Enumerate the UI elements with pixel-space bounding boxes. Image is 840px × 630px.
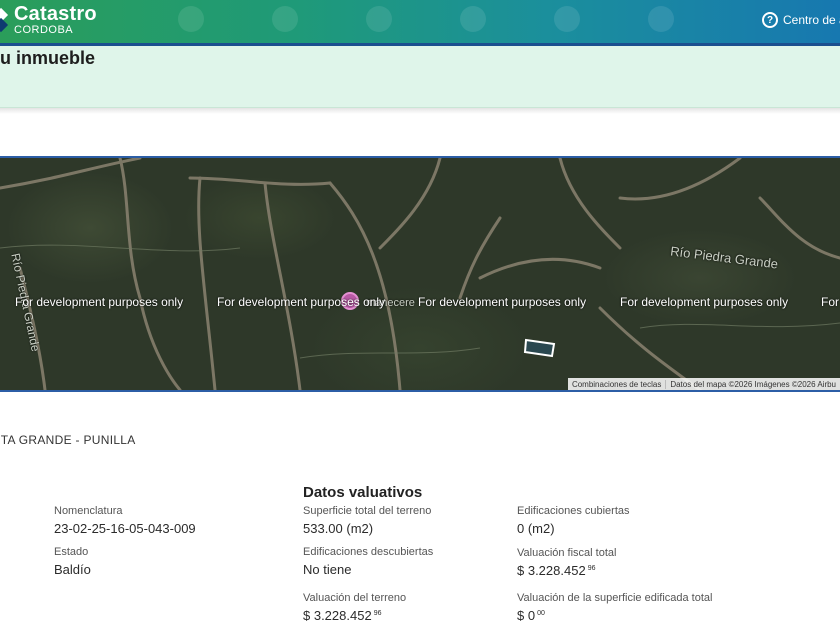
help-center-link[interactable]: ? Centro de a: [762, 12, 840, 28]
field-label: Edificaciones descubiertas: [303, 546, 434, 558]
divider: [0, 108, 840, 114]
field-label: Nomenclatura: [54, 505, 123, 517]
field-label: Superficie total del terreno: [303, 505, 432, 517]
field-value: 0 (m2): [517, 521, 555, 536]
field-valuacion-edificada: Valuación de la superficie edificada tot…: [517, 592, 712, 623]
brand-link[interactable]: Catastro CORDOBA: [0, 4, 97, 38]
field-value: $ 3.228.452 96: [303, 608, 406, 623]
help-center-label: Centro de a: [783, 13, 840, 27]
amount: $ 0: [517, 608, 536, 623]
field-value: No tiene: [303, 562, 352, 577]
dev-watermark: For: [821, 295, 839, 309]
amount: $ 3.228.452: [517, 563, 586, 578]
decorative-dot: [554, 6, 580, 32]
property-location: RTA GRANDE - PUNILLA: [0, 433, 136, 447]
page-title: tu inmueble: [0, 48, 96, 68]
dev-watermark: For development purposes only: [620, 295, 789, 309]
top-header: Catastro CORDOBA ? Centro de a: [0, 0, 840, 46]
brand-title: Catastro: [14, 3, 97, 25]
catastro-logo-icon: [0, 7, 9, 38]
decorative-dot: [648, 6, 674, 32]
decorative-dot: [178, 6, 204, 32]
map-view[interactable]: Río Piedra Grande Río Piedra Grande mane…: [0, 156, 840, 392]
field-label: Valuación de la superficie edificada tot…: [517, 592, 713, 604]
map-attribution: Combinaciones de teclas Datos del mapa ©…: [567, 378, 840, 390]
dev-watermark: For development purposes only: [418, 295, 587, 309]
field-value: $ 3.228.452 96: [517, 563, 616, 578]
field-edificaciones-cubiertas: Edificaciones cubiertas 0 (m2): [517, 505, 630, 536]
section-title: Datos valuativos: [303, 484, 423, 501]
brand-subtitle: CORDOBA: [14, 24, 74, 36]
dev-watermark: For development purposes only: [15, 295, 184, 309]
field-superficie-terreno: Superficie total del terreno 533.00 (m2): [303, 505, 431, 536]
page-title-band: tu inmueble: [0, 46, 840, 108]
field-valuacion-terreno: Valuación del terreno $ 3.228.452 96: [303, 592, 406, 623]
dev-watermark: For development purposes only: [217, 295, 386, 309]
amount-cents: 00: [537, 610, 545, 617]
help-circle-icon: ?: [762, 12, 778, 28]
field-value: Baldío: [54, 562, 91, 577]
field-value: 533.00 (m2): [303, 521, 374, 536]
field-value: 23-02-25-16-05-043-009: [54, 521, 196, 536]
decorative-dot: [460, 6, 486, 32]
decorative-dot: [366, 6, 392, 32]
map-data-attribution: Datos del mapa ©2026 Imágenes ©2026 Airb…: [665, 379, 840, 389]
field-label: Valuación del terreno: [303, 592, 407, 604]
field-edificaciones-descubiertas: Edificaciones descubiertas No tiene: [303, 546, 433, 577]
decorative-dot: [272, 6, 298, 32]
field-value: $ 0 00: [517, 608, 712, 623]
field-label: Edificaciones cubiertas: [517, 505, 630, 517]
field-label: Valuación fiscal total: [517, 547, 617, 559]
amount-cents: 96: [373, 610, 382, 617]
parcel-outline[interactable]: [523, 338, 556, 358]
field-valuacion-fiscal: Valuación fiscal total $ 3.228.452 96: [517, 547, 616, 578]
field-nomenclatura: Nomenclatura 23-02-25-16-05-043-009: [54, 505, 196, 536]
field-estado: Estado Baldío: [54, 546, 91, 577]
field-label: Estado: [54, 546, 89, 558]
amount: $ 3.228.452: [303, 608, 372, 623]
amount-cents: 96: [587, 565, 596, 572]
keyboard-shortcuts-link[interactable]: Combinaciones de teclas: [568, 380, 665, 389]
satellite-terrain: [0, 158, 840, 390]
